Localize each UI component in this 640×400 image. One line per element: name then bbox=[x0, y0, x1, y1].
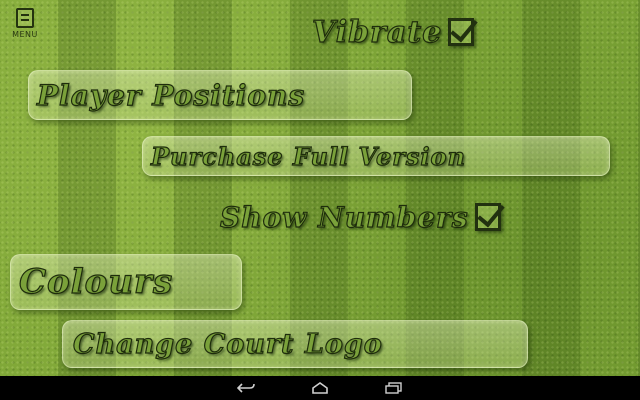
menu-button[interactable]: MENU bbox=[10, 8, 40, 44]
purchase-label: Purchase Full Version bbox=[150, 141, 466, 171]
player-positions-button[interactable]: Player Positions bbox=[28, 70, 412, 120]
change-logo-label: Change Court Logo bbox=[72, 328, 383, 360]
show-numbers-option[interactable]: Show Numbers bbox=[219, 194, 501, 240]
vibrate-option[interactable]: Vibrate bbox=[311, 10, 475, 54]
home-icon[interactable] bbox=[309, 380, 331, 396]
checkbox-checked-icon[interactable] bbox=[474, 203, 501, 231]
back-icon[interactable] bbox=[235, 380, 257, 396]
checkbox-checked-icon[interactable] bbox=[448, 18, 475, 46]
colours-label: Colours bbox=[18, 261, 174, 302]
navigation-bar bbox=[0, 376, 640, 400]
show-numbers-label: Show Numbers bbox=[219, 200, 469, 234]
menu-label: MENU bbox=[12, 30, 38, 39]
colours-button[interactable]: Colours bbox=[10, 254, 242, 310]
settings-screen: MENU Vibrate Player Positions Purchase F… bbox=[0, 0, 640, 376]
player-positions-label: Player Positions bbox=[36, 78, 306, 112]
purchase-full-version-button[interactable]: Purchase Full Version bbox=[142, 136, 610, 176]
change-court-logo-button[interactable]: Change Court Logo bbox=[62, 320, 528, 368]
vibrate-label: Vibrate bbox=[311, 14, 443, 50]
menu-icon bbox=[16, 8, 34, 28]
recent-apps-icon[interactable] bbox=[383, 380, 405, 396]
